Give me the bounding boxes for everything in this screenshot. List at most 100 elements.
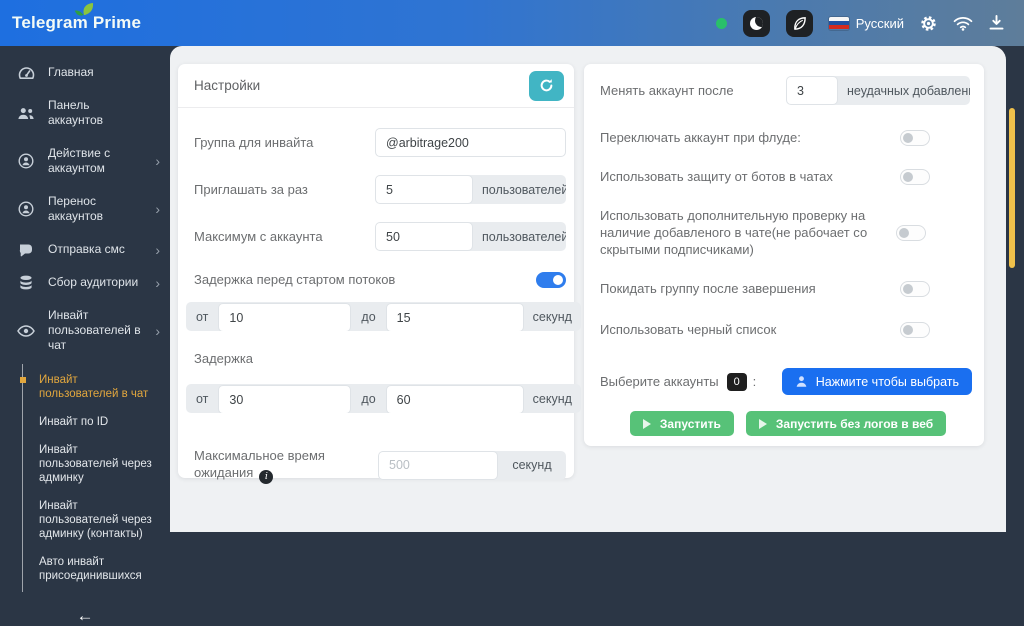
max-wait-input[interactable] bbox=[378, 451, 498, 480]
submenu-item-label: Инвайт пользователей в чат bbox=[39, 374, 148, 400]
sidebar-item-label: Инвайт пользователей в чат bbox=[48, 308, 142, 353]
sidebar-item-invite-users[interactable]: Инвайт пользователей в чат › bbox=[0, 299, 170, 362]
submenu-item-invite-by-id[interactable]: Инвайт по ID bbox=[23, 408, 163, 436]
change-account-input[interactable] bbox=[786, 76, 838, 105]
invite-group-input[interactable] bbox=[375, 128, 566, 157]
refresh-button[interactable] bbox=[529, 71, 564, 101]
submenu-item-invite-via-admin[interactable]: Инвайт пользователей через админку bbox=[23, 436, 163, 492]
options-card: Менять аккаунт после неудачных добавлени… bbox=[584, 64, 984, 446]
accounts-count-badge: 0 bbox=[727, 373, 747, 391]
delay-suffix: секунд bbox=[524, 384, 581, 413]
main-content: Настройки Группа для инвайта Приглашать … bbox=[170, 46, 1006, 532]
range-from-label: от bbox=[186, 302, 218, 331]
delay-label: Задержка bbox=[194, 350, 253, 367]
extra-check-toggle[interactable] bbox=[896, 225, 926, 241]
dashboard-gauge-icon bbox=[17, 66, 35, 80]
change-account-suffix: неудачных добавлений bbox=[838, 76, 970, 105]
blacklist-toggle[interactable] bbox=[900, 322, 930, 338]
run-no-logs-button[interactable]: Запустить без логов в веб bbox=[746, 411, 946, 436]
range-from-label: от bbox=[186, 384, 218, 413]
delay-range-group: от до секунд bbox=[186, 384, 581, 413]
max-per-account-group: пользователей bbox=[375, 222, 566, 251]
sidebar-item-label: Сбор аудитории bbox=[48, 275, 138, 290]
submenu-item-auto-invite-joined[interactable]: Авто инвайт присоединившихся bbox=[23, 548, 163, 590]
scrollbar-thumb[interactable] bbox=[1009, 108, 1015, 268]
invite-submenu: Инвайт пользователей в чат Инвайт по ID … bbox=[22, 364, 170, 592]
leave-group-toggle[interactable] bbox=[900, 281, 930, 297]
select-accounts-row: Выберите аккаунты 0 : Нажмите чтобы выбр… bbox=[584, 368, 984, 395]
play-icon bbox=[643, 419, 651, 429]
run-no-logs-button-label: Запустить без логов в веб bbox=[776, 417, 933, 431]
invite-per-time-label: Приглашать за раз bbox=[194, 181, 375, 198]
delay-to-input[interactable] bbox=[386, 385, 524, 413]
chevron-right-icon: › bbox=[155, 155, 160, 167]
bot-protection-toggle[interactable] bbox=[900, 169, 930, 185]
max-per-account-row: Максимум с аккаунта пользователей bbox=[178, 222, 574, 251]
toggle-label: Покидать группу после завершения bbox=[600, 280, 900, 297]
delay-before-start-toggle[interactable] bbox=[536, 272, 566, 288]
invite-per-time-group: пользователей bbox=[375, 175, 566, 204]
person-circle-icon bbox=[17, 201, 35, 217]
sidebar-collapse-button[interactable]: ← bbox=[0, 606, 170, 626]
start-delay-from-input[interactable] bbox=[218, 303, 351, 331]
delay-range-row: от до секунд bbox=[178, 384, 574, 413]
start-delay-range-row: от до секунд bbox=[178, 302, 574, 331]
range-to-label: до bbox=[351, 384, 385, 413]
sidebar: Главная Панель аккаунтов Действие с акка… bbox=[0, 46, 170, 532]
invite-per-time-suffix: пользователей bbox=[473, 175, 566, 204]
invite-per-time-input[interactable] bbox=[375, 175, 473, 204]
users-icon bbox=[17, 107, 35, 120]
start-delay-to-input[interactable] bbox=[386, 303, 524, 331]
max-per-account-input[interactable] bbox=[375, 222, 473, 251]
submenu-item-label: Авто инвайт присоединившихся bbox=[39, 556, 142, 582]
refresh-icon bbox=[539, 78, 554, 93]
sidebar-item-transfer-accounts[interactable]: Перенос аккаунтов › bbox=[0, 185, 170, 233]
colon: : bbox=[753, 373, 757, 390]
sidebar-item-collect-audience[interactable]: Сбор аудитории › bbox=[0, 266, 170, 299]
theme-leaf-button[interactable] bbox=[786, 10, 813, 37]
delay-from-input[interactable] bbox=[218, 385, 351, 413]
invite-eye-icon bbox=[17, 325, 35, 337]
settings-card: Настройки Группа для инвайта Приглашать … bbox=[178, 64, 574, 478]
select-accounts-button[interactable]: Нажмите чтобы выбрать bbox=[782, 368, 972, 395]
sidebar-item-accounts-panel[interactable]: Панель аккаунтов bbox=[0, 89, 170, 137]
wifi-icon bbox=[953, 16, 973, 31]
sidebar-item-label: Отправка смс bbox=[48, 242, 125, 257]
sidebar-item-home[interactable]: Главная bbox=[0, 56, 170, 89]
toggle-label: Использовать защиту от ботов в чатах bbox=[600, 168, 900, 185]
settings-gear-button[interactable] bbox=[920, 15, 937, 32]
submenu-item-label: Инвайт пользователей через админку bbox=[39, 444, 152, 484]
language-selector[interactable]: Русский bbox=[829, 16, 904, 31]
sidebar-item-send-sms[interactable]: Отправка смс › bbox=[0, 233, 170, 266]
russian-flag-icon bbox=[829, 17, 849, 30]
select-accounts-label: Выберите аккаунты bbox=[600, 373, 719, 390]
dark-mode-button[interactable] bbox=[743, 10, 770, 37]
run-buttons-row: Запустить Запустить без логов в веб bbox=[584, 411, 984, 436]
leaf-icon bbox=[792, 16, 807, 31]
run-button-label: Запустить bbox=[660, 417, 721, 431]
range-to-label: до bbox=[351, 302, 385, 331]
submenu-item-invite-via-admin-contacts[interactable]: Инвайт пользователей через админку (конт… bbox=[23, 492, 163, 548]
submenu-item-label: Инвайт по ID bbox=[39, 416, 108, 428]
online-status-dot bbox=[716, 18, 727, 29]
sidebar-item-label: Панель аккаунтов bbox=[48, 98, 144, 128]
toggle-row-flood: Переключать аккаунт при флуде: bbox=[584, 129, 984, 146]
run-button[interactable]: Запустить bbox=[630, 411, 734, 436]
max-wait-row: Максимальное время ожиданияi секунд bbox=[178, 447, 574, 484]
toggle-label: Использовать дополнительную проверку на … bbox=[600, 207, 896, 258]
chevron-right-icon: › bbox=[155, 325, 160, 337]
flood-switch-toggle[interactable] bbox=[900, 130, 930, 146]
delay-before-start-row: Задержка перед стартом потоков bbox=[178, 271, 574, 288]
play-icon bbox=[759, 419, 767, 429]
submenu-item-invite-users-chat[interactable]: Инвайт пользователей в чат bbox=[23, 366, 163, 408]
max-wait-label: Максимальное время ожиданияi bbox=[194, 447, 378, 484]
connection-wifi-button[interactable] bbox=[953, 16, 973, 31]
app-logo: Telegram Prime bbox=[12, 13, 141, 33]
chevron-right-icon: › bbox=[155, 244, 160, 256]
logo-leaf-icon bbox=[74, 2, 96, 20]
moon-icon bbox=[750, 17, 763, 30]
change-account-group: неудачных добавлений bbox=[786, 76, 970, 105]
sidebar-item-account-actions[interactable]: Действие с аккаунтом › bbox=[0, 137, 170, 185]
download-button[interactable] bbox=[989, 15, 1004, 31]
info-icon[interactable]: i bbox=[259, 470, 273, 484]
